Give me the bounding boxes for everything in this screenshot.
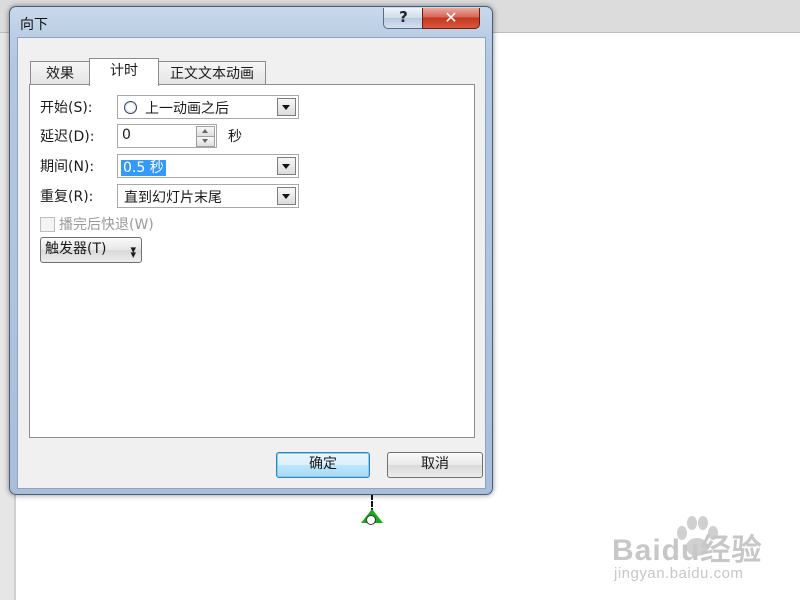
cancel-button[interactable]: 取消 (387, 452, 483, 478)
help-button[interactable]: ? (383, 8, 424, 29)
motion-path-handle[interactable] (366, 515, 376, 525)
dialog-titlebar[interactable]: 向下 ? ✕ (10, 7, 492, 35)
delay-unit: 秒 (228, 129, 242, 145)
start-label: 开始(S): (40, 100, 93, 116)
triggers-button[interactable]: 触发器(T) ▾ ▾ (40, 237, 142, 263)
close-button[interactable]: ✕ (422, 8, 480, 29)
rewind-label: 播完后快退(W) (59, 217, 154, 233)
chevron-down-icon[interactable] (277, 157, 296, 175)
animation-dialog: 向下 ? ✕ 效果 计时 正文文本动画 开始(S): 上一动画之后 延迟(D):… (9, 6, 493, 495)
watermark-url: jingyan.baidu.com (614, 565, 744, 582)
dialog-title: 向下 (20, 17, 48, 33)
watermark-brand: Baidu经验 (612, 534, 763, 567)
repeat-value: 直到幻灯片末尾 (124, 190, 222, 206)
triggers-label: 触发器(T) (45, 241, 107, 257)
duration-label: 期间(N): (40, 159, 95, 175)
start-select[interactable]: 上一动画之后 (117, 95, 299, 119)
clock-icon (124, 101, 137, 114)
stepper-down-icon[interactable] (196, 136, 215, 147)
delay-value: 0 (122, 127, 131, 143)
delay-label: 延迟(D): (40, 129, 95, 145)
repeat-select[interactable]: 直到幻灯片末尾 (117, 184, 299, 208)
duration-select[interactable]: 0.5 秒 (117, 154, 299, 178)
delay-stepper[interactable]: 0 (117, 124, 217, 148)
repeat-label: 重复(R): (40, 189, 94, 205)
chevron-down-icon[interactable] (277, 187, 296, 205)
watermark: Baidu经验 jingyan.baidu.com (612, 515, 792, 595)
timing-panel: 开始(S): 上一动画之后 延迟(D): 0 秒 期间(N): 0.5 秒 重复… (29, 84, 475, 438)
tab-text-animation[interactable]: 正文文本动画 (158, 61, 266, 86)
tab-effect[interactable]: 效果 (30, 61, 90, 86)
chevron-down-icon[interactable] (277, 98, 296, 116)
duration-value: 0.5 秒 (121, 160, 166, 176)
rewind-checkbox[interactable] (40, 217, 55, 232)
dialog-body: 效果 计时 正文文本动画 开始(S): 上一动画之后 延迟(D): 0 秒 期间… (17, 37, 486, 489)
double-chevron-down-icon-lower: ▾ (130, 248, 136, 261)
ok-button[interactable]: 确定 (276, 452, 370, 478)
tab-timing[interactable]: 计时 (89, 58, 159, 86)
start-value: 上一动画之后 (145, 101, 229, 117)
